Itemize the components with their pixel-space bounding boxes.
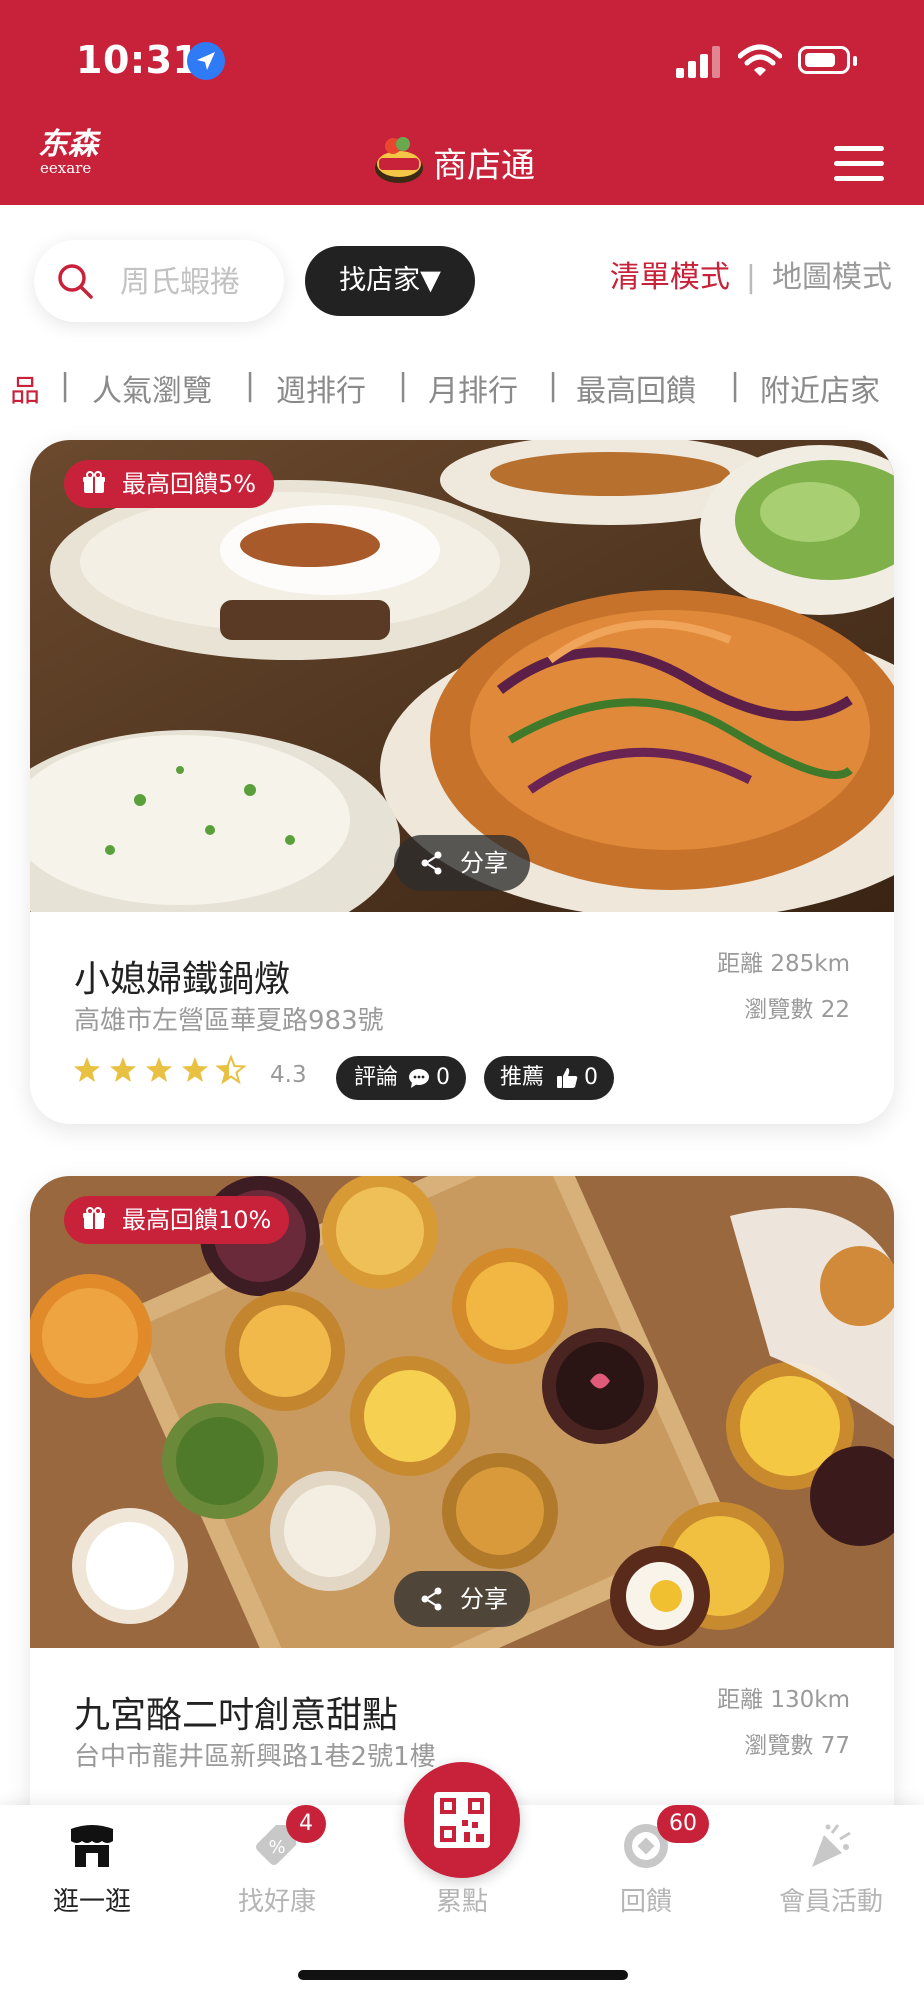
share-icon	[421, 851, 442, 875]
rating-stars	[74, 1054, 247, 1085]
rebate-label: 最高回饋5%	[122, 470, 257, 498]
nav-label: 會員活動	[778, 1887, 883, 1917]
list-mode-tab[interactable]: 清單模式	[610, 260, 730, 295]
store-card[interactable]: 最高回饋10% 分享 九宮酪二吋創意甜點 台中市龍井區新興路1巷2號1樓 距離 …	[30, 1176, 894, 1860]
recommend-button[interactable]: 推薦 0	[484, 1056, 614, 1100]
share-button[interactable]: 分享	[394, 1571, 530, 1627]
qr-code-icon	[434, 1792, 490, 1848]
map-mode-tab[interactable]: 地圖模式	[772, 260, 892, 295]
gift-icon	[83, 471, 105, 493]
chat-bubble-icon	[409, 1069, 429, 1088]
reviews-count: 0	[436, 1065, 450, 1090]
location-arrow-icon	[187, 42, 225, 80]
battery-tip	[853, 56, 857, 66]
search-box[interactable]	[34, 240, 284, 322]
reviews-label: 評論	[354, 1065, 399, 1090]
rebate-badge: 最高回饋5%	[64, 460, 275, 508]
store-card[interactable]: 最高回饋5% 分享 小媳婦鐵鍋燉 高雄市左營區華夏路983號 距離 285km …	[30, 440, 894, 1124]
rebate-badge: 最高回饋10%	[64, 1196, 290, 1244]
category-tab-monthly[interactable]: 月排行	[428, 366, 518, 410]
brand-logo[interactable]: 东森 eexare	[38, 127, 98, 177]
store-address: 台中市龍井區新興路1巷2號1樓	[74, 1742, 436, 1772]
view-mode-separator: |	[745, 260, 756, 295]
store-name[interactable]: 九宮酪二吋創意甜點	[74, 1686, 398, 1738]
recommend-count: 0	[584, 1065, 598, 1090]
party-popper-icon	[812, 1824, 851, 1867]
category-tab-partial[interactable]: 品	[10, 366, 40, 410]
svg-text:%: %	[268, 1837, 285, 1858]
view-mode-toggle: 清單模式 | 地圖模式	[610, 252, 892, 296]
category-separator: |	[730, 368, 741, 403]
category-separator: |	[398, 368, 409, 403]
store-distance: 距離 285km	[717, 951, 850, 977]
category-tabs: 品 | 人氣瀏覽 | 週排行 | 月排行 | 最高回饋 | 附近店家	[0, 366, 924, 412]
store-address: 高雄市左營區華夏路983號	[74, 1006, 384, 1036]
store-distance: 距離 130km	[717, 1687, 850, 1713]
gift-icon	[83, 1207, 105, 1229]
category-separator: |	[60, 368, 71, 403]
category-tab-top-rebate[interactable]: 最高回饋	[576, 366, 696, 410]
category-separator: |	[245, 368, 256, 403]
app-title: 商店通	[433, 146, 535, 186]
home-indicator	[298, 1970, 628, 1980]
qr-points-button[interactable]	[404, 1762, 520, 1878]
app-header: 10:31 东森 eexare 商店通	[0, 0, 924, 205]
category-separator: |	[548, 368, 559, 403]
deals-count-badge: 4	[286, 1805, 326, 1843]
app-mark-icon	[375, 137, 423, 183]
category-tab-weekly[interactable]: 週排行	[276, 366, 366, 410]
category-tab-nearby[interactable]: 附近店家	[760, 366, 880, 410]
category-tab-popular[interactable]: 人氣瀏覽	[92, 366, 212, 410]
rebate-label: 最高回饋10%	[122, 1206, 272, 1234]
share-icon	[421, 1587, 442, 1611]
brand-logo-sub: eexare	[40, 159, 92, 177]
thumbs-up-icon	[557, 1068, 578, 1088]
store-views: 瀏覽數 22	[744, 997, 850, 1023]
search-icon	[58, 264, 93, 299]
recommend-label: 推薦	[500, 1065, 545, 1090]
nav-label: 累點	[435, 1887, 488, 1917]
brand-logo-mark: 东森	[38, 127, 98, 162]
store-name[interactable]: 小媳婦鐵鍋燉	[74, 950, 290, 1002]
nav-label: 逛一逛	[52, 1887, 131, 1917]
cellular-signal-icon	[676, 46, 720, 78]
rebate-count-badge: 60	[657, 1805, 709, 1843]
share-button[interactable]: 分享	[394, 835, 530, 891]
nav-label: 找好康	[237, 1887, 316, 1917]
battery-icon	[798, 46, 850, 74]
wifi-icon	[738, 44, 782, 76]
store-photo[interactable]: 最高回饋5% 分享	[30, 440, 894, 912]
reviews-button[interactable]: 評論 0	[336, 1056, 466, 1100]
find-store-dropdown-button[interactable]: 找店家▼	[305, 246, 475, 316]
hamburger-menu-button[interactable]	[834, 146, 884, 182]
store-views: 瀏覽數 77	[744, 1733, 850, 1759]
rating-value: 4.3	[270, 1062, 307, 1088]
status-time: 10:31	[76, 38, 200, 82]
nav-label: 回饋	[619, 1887, 672, 1917]
search-input[interactable]	[118, 258, 272, 306]
share-label: 分享	[460, 1585, 508, 1613]
share-label: 分享	[460, 849, 508, 877]
store-photo[interactable]: 最高回饋10% 分享	[30, 1176, 894, 1648]
store-icon	[71, 1825, 113, 1867]
